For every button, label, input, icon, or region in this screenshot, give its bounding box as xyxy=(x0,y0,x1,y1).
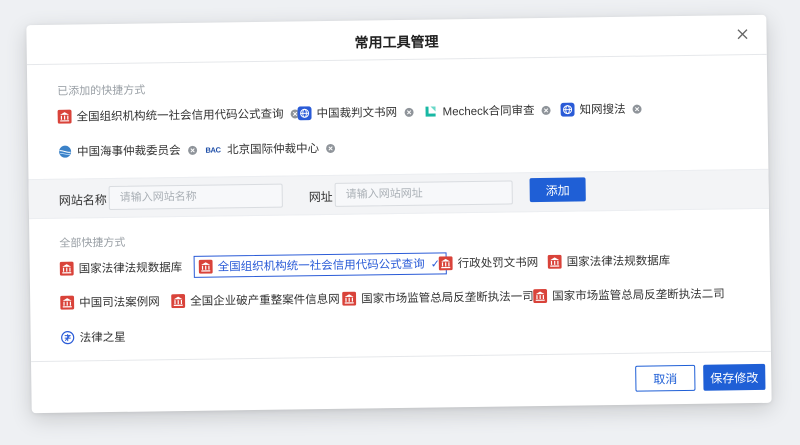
added-chip: Mecheck合同审查 xyxy=(423,100,551,122)
save-button[interactable]: 保存修改 xyxy=(703,363,766,391)
law-star-icon xyxy=(61,331,75,345)
tool-label: 法律之星 xyxy=(79,331,126,345)
site-url-label: 网址 xyxy=(308,189,333,205)
dialog-header: 常用工具管理 xyxy=(26,14,767,66)
chip-label: 知网搜法 xyxy=(579,103,626,117)
chip-label: 中国海事仲裁委员会 xyxy=(77,145,181,159)
tool-item[interactable]: 国家市场监管总局反垄断执法二司 xyxy=(533,283,725,306)
add-button[interactable]: 添加 xyxy=(529,177,586,203)
added-chip: 全国组织机构统一社会信用代码公式查询 xyxy=(57,103,300,126)
chip-label: 北京国际仲裁中心 xyxy=(227,143,320,157)
mecheck-logo-icon xyxy=(423,104,437,118)
added-section-label: 已添加的快捷方式 xyxy=(57,84,146,98)
added-chip: 中国海事仲裁委员会 xyxy=(58,140,197,162)
added-chip: BAC 北京国际仲裁中心 xyxy=(204,138,336,160)
bac-logo-text: BAC xyxy=(205,144,221,155)
tool-label: 全国组织机构统一社会信用代码公式查询 xyxy=(217,258,425,274)
tool-label: 全国企业破产重整案件信息网 xyxy=(190,293,340,308)
added-chip: 知网搜法 xyxy=(560,99,642,120)
tool-label: 中国司法案例网 xyxy=(79,296,160,310)
site-name-input[interactable] xyxy=(108,183,283,211)
bank-icon xyxy=(198,259,213,274)
bank-icon xyxy=(438,256,453,271)
dialog-title: 常用工具管理 xyxy=(354,33,439,51)
add-shortcut-form: 网站名称 网址 添加 xyxy=(28,168,769,220)
site-url-input[interactable] xyxy=(334,180,513,207)
tool-item[interactable]: 法律之星 xyxy=(61,327,126,348)
earth-icon xyxy=(58,145,72,159)
chip-label: 中国裁判文书网 xyxy=(316,107,398,121)
tool-label: 国家法律法规数据库 xyxy=(566,255,671,269)
chip-label: 全国组织机构统一社会信用代码公式查询 xyxy=(76,108,284,124)
tool-item-selected[interactable]: 全国组织机构统一社会信用代码公式查询 ✓ xyxy=(193,252,448,278)
tool-item[interactable]: 国家法律法规数据库 xyxy=(59,257,183,279)
globe-icon xyxy=(560,102,575,117)
bank-icon xyxy=(57,109,72,124)
dialog-footer: 取消 保存修改 xyxy=(31,350,772,414)
tool-item[interactable]: 全国企业破产重整案件信息网 xyxy=(171,289,340,311)
site-name-label: 网站名称 xyxy=(58,193,107,208)
bac-logo-icon: BAC xyxy=(204,142,222,156)
remove-icon[interactable] xyxy=(404,107,414,117)
close-icon[interactable] xyxy=(732,24,752,44)
tool-management-dialog: 常用工具管理 已添加的快捷方式 全国组织机构统一社会信用代码公式查询 中国裁判文… xyxy=(26,14,772,414)
tool-label: 行政处罚文书网 xyxy=(457,257,539,271)
tool-label: 国家法律法规数据库 xyxy=(78,262,183,276)
all-section-label: 全部快捷方式 xyxy=(59,236,126,250)
tool-item[interactable]: 国家法律法规数据库 xyxy=(547,250,671,272)
bank-icon xyxy=(60,295,75,310)
remove-icon[interactable] xyxy=(632,104,642,114)
cancel-button[interactable]: 取消 xyxy=(635,364,696,392)
tool-item[interactable]: 国家市场监管总局反垄断执法一司 xyxy=(342,286,534,309)
bank-icon xyxy=(171,294,186,309)
bank-icon xyxy=(59,261,74,276)
tool-item[interactable]: 中国司法案例网 xyxy=(60,291,160,312)
bank-icon xyxy=(342,291,357,306)
bank-icon xyxy=(533,288,548,304)
remove-icon[interactable] xyxy=(326,143,336,153)
tool-label: 国家市场监管总局反垄断执法二司 xyxy=(552,288,725,303)
remove-icon[interactable] xyxy=(541,105,551,115)
remove-icon[interactable] xyxy=(187,145,197,155)
tool-item[interactable]: 行政处罚文书网 xyxy=(438,252,539,273)
chip-label: Mecheck合同审查 xyxy=(442,105,535,119)
added-chip: 中国裁判文书网 xyxy=(297,102,414,124)
globe-icon xyxy=(297,106,312,121)
bank-icon xyxy=(547,254,562,269)
tool-label: 国家市场监管总局反垄断执法一司 xyxy=(361,291,534,306)
